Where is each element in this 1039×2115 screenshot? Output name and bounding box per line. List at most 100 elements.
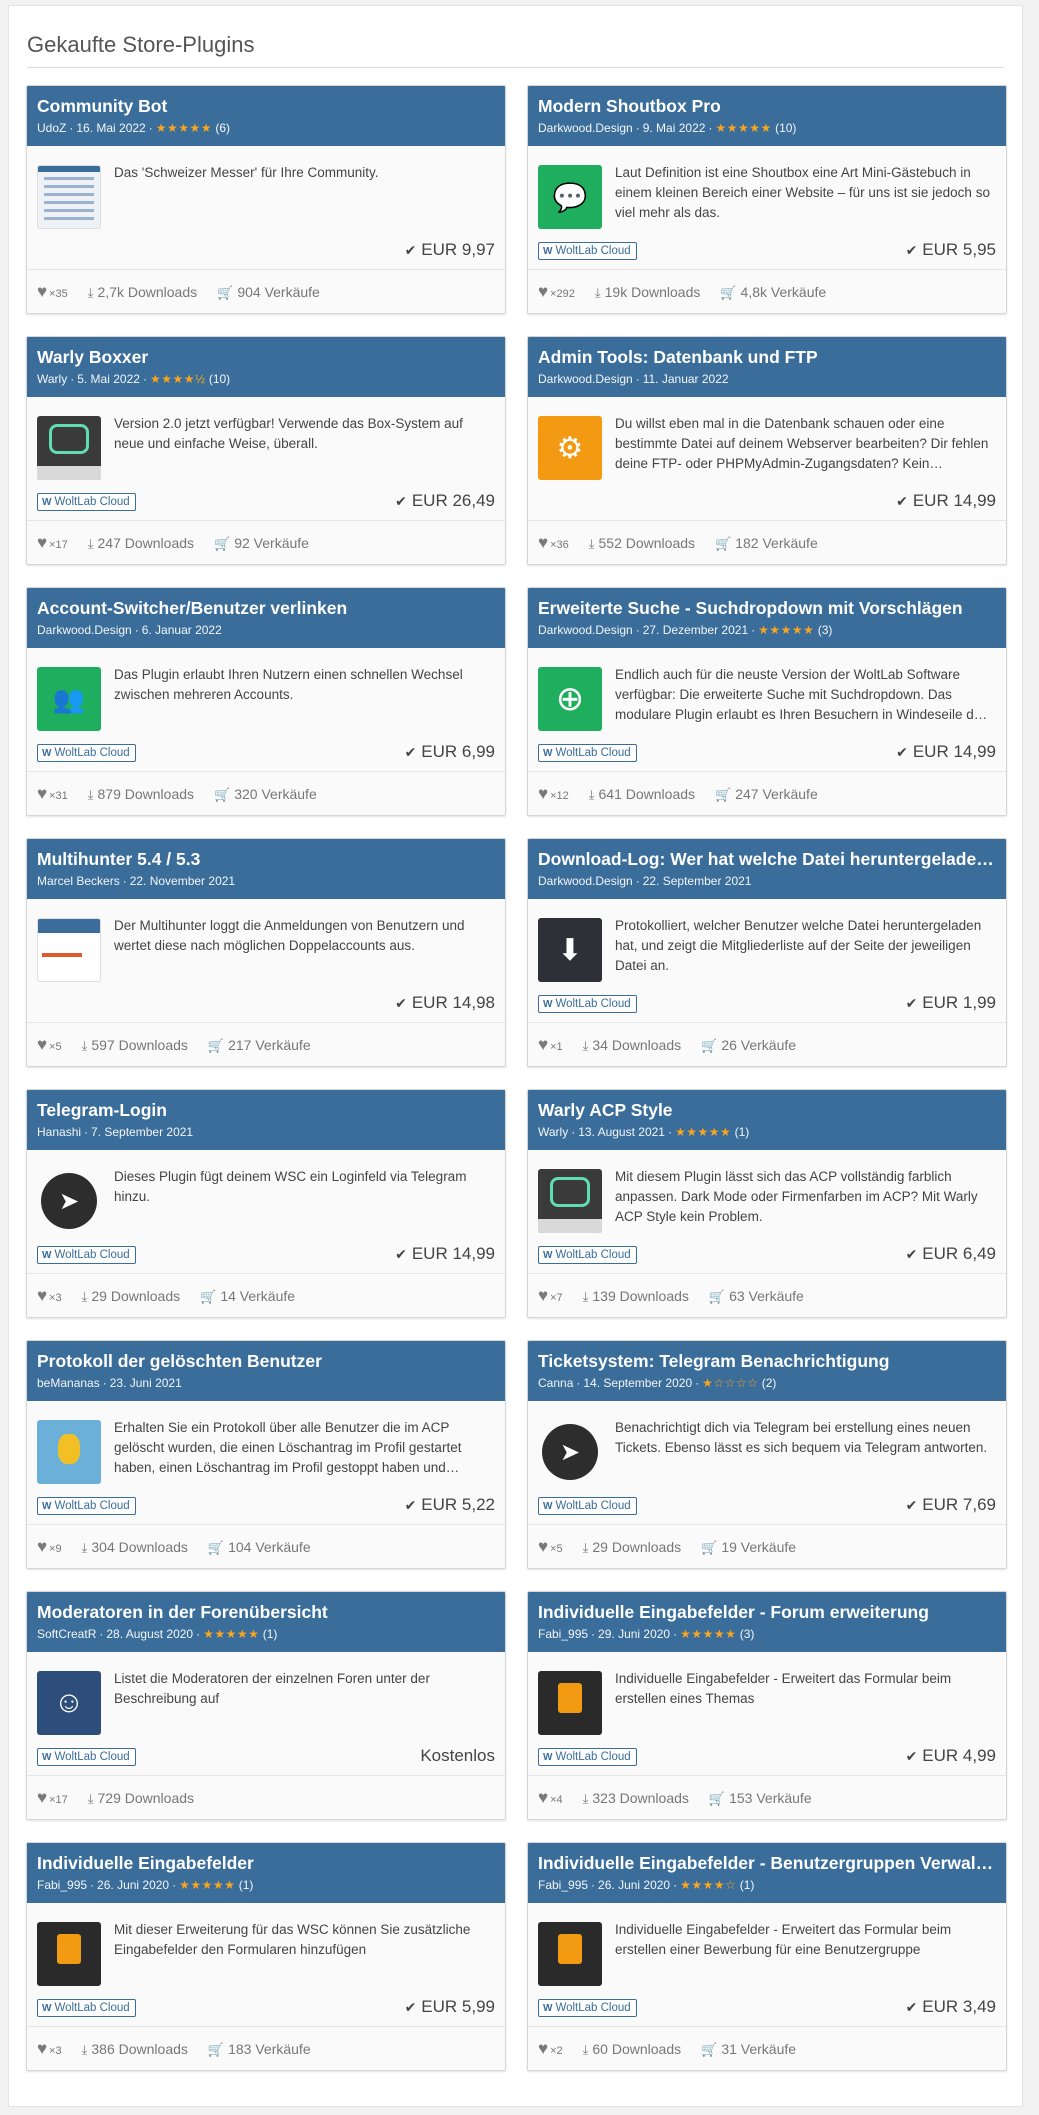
likes-count: ×292 <box>550 288 575 300</box>
heart-icon: ♥ <box>37 533 48 552</box>
price-value: EUR 14,98 <box>411 993 495 1012</box>
downloads-count: 729 Downloads <box>97 1790 195 1806</box>
plugin-author[interactable]: Darkwood.Design <box>538 372 633 386</box>
price-value: EUR 5,95 <box>922 240 996 259</box>
plugin-author[interactable]: Hanashi <box>37 1125 81 1139</box>
plugin-author[interactable]: Fabi_995 <box>538 1878 588 1892</box>
clip-thumbnail[interactable] <box>538 1922 602 1986</box>
plugin-author[interactable]: Warly <box>37 372 67 386</box>
plugin-author[interactable]: Darkwood.Design <box>538 874 633 888</box>
plugin-author[interactable]: Darkwood.Design <box>37 623 132 637</box>
orange-user-thumbnail[interactable]: ⚙ <box>538 416 602 480</box>
navy-mod-thumbnail[interactable]: ☺ <box>37 1671 101 1735</box>
heart-icon: ♥ <box>37 1788 48 1807</box>
likes-counter[interactable]: ♥ ×31 <box>37 784 68 803</box>
warly-boxxer-thumbnail[interactable] <box>37 416 101 480</box>
likes-counter[interactable]: ♥ ×2 <box>538 2039 563 2058</box>
plugin-title-link[interactable]: Ticketsystem: Telegram Benachrichtigung <box>538 1351 996 1372</box>
sales-counter: 🛒 31 Verkäufe <box>701 2041 796 2057</box>
likes-counter[interactable]: ♥ ×9 <box>37 1537 62 1556</box>
multihunter-thumbnail[interactable] <box>37 918 101 982</box>
likes-counter[interactable]: ♥ ×1 <box>538 1035 563 1054</box>
plugin-title-link[interactable]: Admin Tools: Datenbank und FTP <box>538 347 996 368</box>
plugin-meta: Hanashi · 7. September 2021 <box>37 1123 495 1141</box>
bemananas-thumbnail[interactable] <box>37 1420 101 1484</box>
green-search-thumbnail[interactable]: ⊕ <box>538 667 602 731</box>
plugin-author[interactable]: Darkwood.Design <box>538 121 633 135</box>
green-users-thumbnail[interactable]: 👥 <box>37 667 101 731</box>
plugin-title-link[interactable]: Warly Boxxer <box>37 347 495 368</box>
card-footer: ♥ ×35 ⤓ 2,7k Downloads 🛒 904 Verkäufe <box>27 269 505 313</box>
card-footer: ♥ ×292 ⤓ 19k Downloads 🛒 4,8k Verkäufe <box>528 269 1006 313</box>
plugin-title-link[interactable]: Individuelle Eingabefelder - Forum erwei… <box>538 1602 996 1623</box>
plugin-title-link[interactable]: Account-Switcher/Benutzer verlinken <box>37 598 495 619</box>
likes-counter[interactable]: ♥ ×5 <box>37 1035 62 1054</box>
likes-count: ×1 <box>550 1041 563 1053</box>
plugin-title-link[interactable]: Individuelle Eingabefelder - Benutzergru… <box>538 1853 996 1874</box>
plugin-meta: Darkwood.Design · 6. Januar 2022 <box>37 621 495 639</box>
plugin-title-link[interactable]: Telegram-Login <box>37 1100 495 1121</box>
dark-download-thumbnail[interactable]: ⬇ <box>538 918 602 982</box>
sales-count: 104 Verkäufe <box>228 1539 311 1555</box>
likes-counter[interactable]: ♥ ×36 <box>538 533 569 552</box>
likes-count: ×31 <box>49 790 68 802</box>
plugin-title-link[interactable]: Multihunter 5.4 / 5.3 <box>37 849 495 870</box>
plugin-title-link[interactable]: Erweiterte Suche - Suchdropdown mit Vors… <box>538 598 996 619</box>
plugin-author[interactable]: Marcel Beckers <box>37 874 120 888</box>
likes-counter[interactable]: ♥ ×4 <box>538 1788 563 1807</box>
plugin-title-link[interactable]: Protokoll der gelöschten Benutzer <box>37 1351 495 1372</box>
plugin-author[interactable]: UdoZ <box>37 121 66 135</box>
plugin-title-link[interactable]: Community Bot <box>37 96 495 117</box>
plugin-author[interactable]: SoftCreatR <box>37 1627 96 1641</box>
likes-counter[interactable]: ♥ ×17 <box>37 1788 68 1807</box>
plugin-title-link[interactable]: Individuelle Eingabefelder <box>37 1853 495 1874</box>
plugin-card: Account-Switcher/Benutzer verlinken Darkw… <box>26 587 506 816</box>
plugin-title-link[interactable]: Warly ACP Style <box>538 1100 996 1121</box>
screen-thumbnail[interactable] <box>37 165 101 229</box>
plugin-title-link[interactable]: Moderatoren in der Forenübersicht <box>37 1602 495 1623</box>
plugin-author[interactable]: beMananas <box>37 1376 100 1390</box>
plugin-title-link[interactable]: Modern Shoutbox Pro <box>538 96 996 117</box>
plugin-author[interactable]: Darkwood.Design <box>538 623 633 637</box>
plugin-meta: Fabi_995 · 29. Juni 2020 · ★★★★★ (3) <box>538 1625 996 1643</box>
sales-count: 182 Verkäufe <box>735 535 818 551</box>
plugin-author[interactable]: Warly <box>538 1125 568 1139</box>
plugin-meta: Darkwood.Design · 22. September 2021 <box>538 872 996 890</box>
likes-counter[interactable]: ♥ ×7 <box>538 1286 563 1305</box>
plugin-price: ✔ EUR 6,99 <box>405 742 495 762</box>
plugin-title-link[interactable]: Download-Log: Wer hat welche Datei herun… <box>538 849 996 870</box>
rating-count: (6) <box>212 121 231 135</box>
plugin-card: Erweiterte Suche - Suchdropdown mit Vors… <box>527 587 1007 816</box>
cart-icon: 🛒 <box>701 1038 718 1053</box>
plugin-meta: Darkwood.Design · 11. Januar 2022 <box>538 370 996 388</box>
likes-counter[interactable]: ♥ ×292 <box>538 282 575 301</box>
sales-counter: 🛒 14 Verkäufe <box>200 1288 295 1304</box>
download-icon: ⤓ <box>87 787 94 802</box>
plugin-price: ✔ EUR 5,22 <box>405 1495 495 1515</box>
plugin-author[interactable]: Fabi_995 <box>37 1878 87 1892</box>
likes-counter[interactable]: ♥ ×3 <box>37 2039 62 2058</box>
likes-counter[interactable]: ♥ ×12 <box>538 784 569 803</box>
likes-counter[interactable]: ♥ ×5 <box>538 1537 563 1556</box>
plugin-author[interactable]: Canna <box>538 1376 573 1390</box>
card-footer: ♥ ×5 ⤓ 597 Downloads 🛒 217 Verkäufe <box>27 1022 505 1066</box>
card-body: ⚙ Du willst eben mal in die Datenbank sch… <box>528 397 1006 522</box>
telegram-thumbnail[interactable]: ➤ <box>538 1420 602 1484</box>
likes-counter[interactable]: ♥ ×17 <box>37 533 68 552</box>
rating-count: (1) <box>736 1878 755 1892</box>
likes-counter[interactable]: ♥ ×3 <box>37 1286 62 1305</box>
likes-counter[interactable]: ♥ ×35 <box>37 282 68 301</box>
downloads-counter: ⤓ 34 Downloads <box>583 1037 681 1053</box>
clip-thumbnail[interactable] <box>538 1671 602 1735</box>
warly-acp-thumbnail[interactable] <box>538 1169 602 1233</box>
plugin-author[interactable]: Fabi_995 <box>538 1627 588 1641</box>
likes-count: ×5 <box>550 1543 563 1555</box>
woltlab-cloud-label: WoltLab Cloud <box>54 1751 130 1763</box>
price-value: EUR 14,99 <box>411 1244 495 1263</box>
telegram-thumbnail[interactable]: ➤ <box>37 1169 101 1233</box>
likes-count: ×9 <box>49 1543 62 1555</box>
green-chat-thumbnail[interactable]: 💬 <box>538 165 602 229</box>
rating-stars-icon: ★★★★★ <box>155 121 213 135</box>
heart-icon: ♥ <box>37 1035 48 1054</box>
clip-thumbnail[interactable] <box>37 1922 101 1986</box>
